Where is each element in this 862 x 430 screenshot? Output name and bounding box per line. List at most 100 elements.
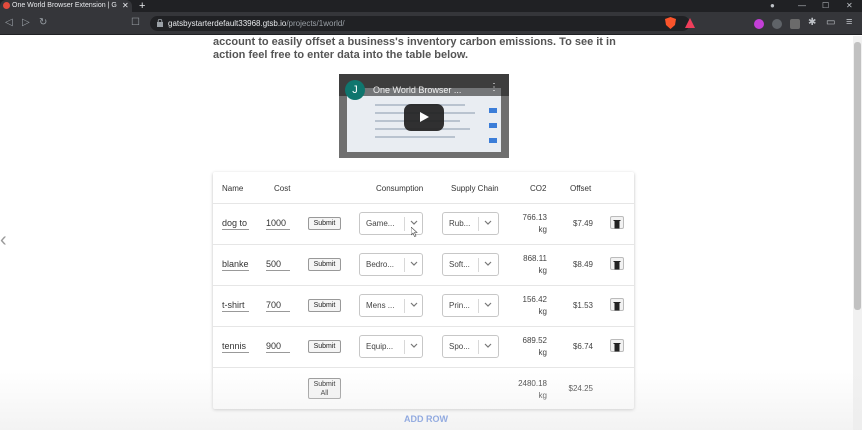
play-icon [420,112,429,122]
co2-value: 156.42 [522,295,547,304]
address-bar[interactable]: gatsbystarterdefault33968.gtsb.io/projec… [150,16,690,31]
chevron-down-icon [484,220,492,225]
reload-icon[interactable]: ↻ [39,17,47,29]
submit-button[interactable]: Submit [308,299,341,312]
scrollbar-thumb[interactable] [854,42,861,310]
supply-chain-select[interactable]: Spo... [442,335,499,358]
name-input[interactable]: blanke [222,258,249,271]
channel-avatar[interactable]: J [345,80,365,100]
co2-value: 766.13 [522,213,547,222]
header-name: Name [222,184,244,193]
browser-tab[interactable]: One World Browser Extension | G [0,0,132,12]
extension-icon[interactable] [754,19,764,29]
trash-icon [613,343,621,352]
brave-rewards-icon[interactable] [685,18,695,28]
consumption-select[interactable]: Equip... [359,335,423,358]
offset-value: $6.74 [572,342,593,351]
url-path: /projects/1world/ [286,19,345,28]
header-supply-chain: Supply Chain [451,184,499,193]
co2-unit: kg [538,225,547,234]
header-cost: Cost [274,184,291,193]
submit-all-label: All [320,390,329,397]
supply-chain-value: Prin... [449,301,470,310]
cost-input[interactable]: 900 [266,340,290,353]
offset-value: $7.49 [572,219,593,228]
chevron-down-icon [410,302,418,307]
menu-icon[interactable]: ≡ [846,16,852,28]
supply-chain-value: Spo... [449,342,470,351]
consumption-value: Mens ... [366,301,395,310]
co2-unit: kg [538,348,547,357]
delete-button[interactable] [610,298,624,311]
delete-button[interactable] [610,257,624,270]
minimize-icon[interactable]: — [798,0,806,12]
cursor-icon [411,227,418,237]
add-row-button[interactable]: ADD ROW [404,414,448,424]
divider [213,203,634,204]
new-tab-icon[interactable]: + [139,0,145,12]
submit-button[interactable]: Submit [308,340,341,353]
consumption-value: Bedro... [366,260,395,269]
submit-button[interactable]: Submit [308,217,341,230]
more-icon[interactable]: ⋮ [489,82,499,93]
supply-chain-select[interactable]: Prin... [442,294,499,317]
back-icon[interactable]: ◁ [5,17,13,29]
header-co2: CO2 [530,184,547,193]
submit-all-label: Submit [313,381,336,388]
lock-icon [157,19,163,27]
tab-title: One World Browser Extension | G [12,2,117,9]
chevron-down-icon [484,302,492,307]
brave-shield-icon[interactable] [665,17,676,29]
delete-button[interactable] [610,339,624,352]
chevron-down-icon [484,343,492,348]
forward-icon[interactable]: ▷ [22,17,30,29]
profile-icon[interactable]: ● [770,0,775,12]
submit-all-button[interactable]: Submit All [308,378,341,399]
offset-value: $1.53 [572,301,593,310]
co2-value: 868.11 [523,254,547,263]
supply-chain-value: Soft... [449,260,470,269]
cost-input[interactable]: 500 [266,258,290,271]
delete-button[interactable] [610,216,624,229]
supply-chain-select[interactable]: Rub... [442,212,499,235]
name-input[interactable]: tennis [222,340,249,353]
play-button[interactable] [404,104,444,131]
cost-input[interactable]: 700 [266,299,290,312]
extension-icon[interactable] [790,19,800,29]
submit-button[interactable]: Submit [308,258,341,271]
offset-value: $8.49 [572,260,593,269]
tab-favicon-icon [3,2,10,9]
maximize-icon[interactable]: ☐ [822,0,829,12]
consumption-select[interactable]: Bedro... [359,253,423,276]
co2-value: 689.52 [522,336,547,345]
header-offset: Offset [570,184,592,193]
puzzle-icon[interactable]: ✱ [808,17,816,28]
tab-strip: One World Browser Extension | G ✕ + ● — … [0,0,862,12]
name-input[interactable]: t-shirt [222,299,249,312]
divider [213,244,634,245]
close-tab-icon[interactable]: ✕ [122,0,129,12]
chevron-left-icon[interactable]: ‹ [0,230,7,250]
supply-chain-select[interactable]: Soft... [442,253,499,276]
video-title[interactable]: One World Browser ... [373,85,461,95]
chevron-down-icon [484,261,492,266]
cost-input[interactable]: 1000 [266,217,290,230]
consumption-value: Game... [366,219,395,228]
consumption-select[interactable]: Mens ... [359,294,423,317]
total-offset-value: $24.25 [568,384,593,393]
video-embed[interactable]: J One World Browser ... ⋮ [339,74,509,158]
trash-icon [613,261,621,270]
name-input[interactable]: dog to [222,217,249,230]
co2-unit: kg [538,266,547,275]
chevron-down-icon [410,343,418,348]
chevron-down-icon [410,261,418,266]
extension-icon[interactable] [772,19,782,29]
wallet-icon[interactable]: ▭ [826,17,835,28]
scrollbar[interactable] [853,36,862,430]
url-host: gatsbystarterdefault33968.gtsb.io [168,19,287,28]
total-co2-value: 2480.18 [518,379,547,388]
divider [213,326,634,327]
bookmark-icon[interactable]: ☐ [131,17,140,29]
window-close-icon[interactable]: ✕ [846,0,853,12]
co2-unit: kg [538,307,547,316]
